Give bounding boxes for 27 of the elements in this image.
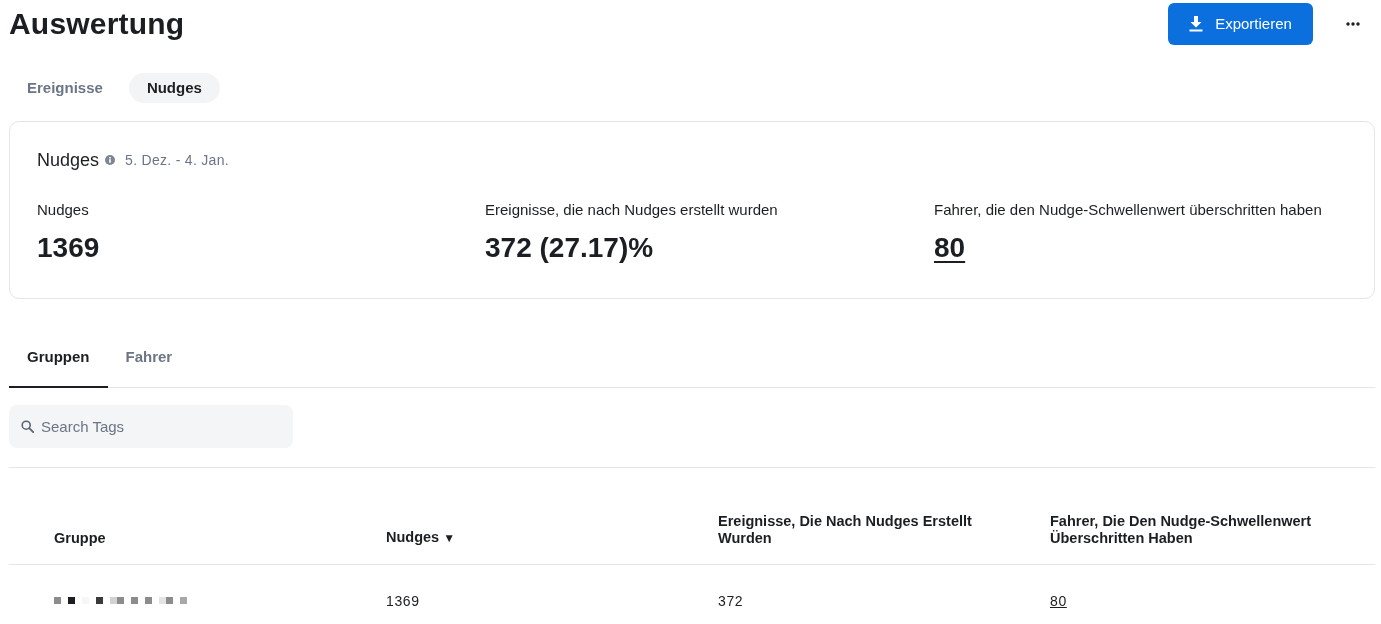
search-icon bbox=[21, 420, 34, 433]
tab[interactable]: Gruppen bbox=[9, 337, 108, 388]
column-header: Fahrer, Die Den Nudge-Schwellenwert Überschritten Haben bbox=[1050, 512, 1312, 546]
stat-label: Nudges bbox=[37, 200, 89, 220]
download-icon bbox=[1189, 16, 1204, 32]
stat-label: Ereignisse, die nach Nudges erstellt wurden bbox=[485, 200, 778, 220]
stat-label: Fahrer, die den Nudge-Schwellenwert überschritten haben bbox=[934, 200, 1322, 220]
card-title: Nudges bbox=[37, 149, 100, 172]
more-icon bbox=[1346, 22, 1360, 26]
table-cell: 1369 bbox=[386, 592, 420, 609]
search-field[interactable]: Search Tags bbox=[9, 405, 293, 448]
info-icon bbox=[105, 155, 116, 165]
view-tab[interactable]: Nudges bbox=[128, 73, 220, 103]
column-header: Ereignisse, Die Nach Nudges Erstellt Wurden bbox=[718, 512, 972, 546]
date-range: 5. Dez. - 4. Jan. bbox=[125, 150, 229, 170]
sort-indicator[interactable]: ▼ bbox=[443, 530, 456, 545]
stat-value: 1369 bbox=[37, 231, 100, 265]
stat-link[interactable]: 80 bbox=[934, 231, 966, 265]
stat-value: 372 (27.17)% bbox=[485, 231, 654, 265]
table-link[interactable]: 80 bbox=[1050, 592, 1067, 609]
column-header[interactable]: Nudges bbox=[386, 528, 440, 545]
export-button[interactable]: Exportieren bbox=[1168, 3, 1313, 45]
tab[interactable]: Fahrer bbox=[107, 337, 191, 388]
view-tab[interactable]: Ereignisse bbox=[9, 73, 121, 103]
page-title: Auswertung bbox=[9, 6, 185, 42]
table-cell: 372 bbox=[718, 592, 744, 609]
column-header: Gruppe bbox=[54, 529, 106, 546]
